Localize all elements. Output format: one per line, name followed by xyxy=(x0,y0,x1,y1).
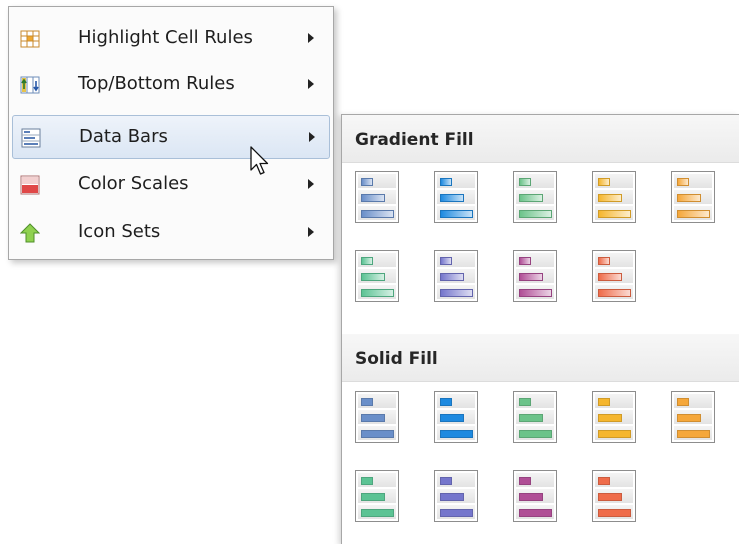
data-bar xyxy=(598,257,610,265)
gallery-group-title: Gradient Fill xyxy=(355,130,474,150)
highlight-cell-rules-icon xyxy=(20,29,40,49)
gradient-fill-swatch[interactable] xyxy=(355,250,399,302)
data-bar xyxy=(677,178,689,186)
menu-item-data-bars[interactable]: Data Bars xyxy=(12,115,330,159)
solid-fill-swatch[interactable] xyxy=(434,470,478,522)
data-bar xyxy=(598,178,610,186)
data-bar xyxy=(361,257,373,265)
data-bar xyxy=(361,273,385,281)
menu-item-color-scales[interactable]: Color Scales xyxy=(12,163,330,207)
menu-item-label: Data Bars xyxy=(79,126,168,147)
data-bar xyxy=(440,194,464,202)
data-bar xyxy=(440,493,464,501)
gallery-group-title: Solid Fill xyxy=(355,349,438,369)
data-bar xyxy=(519,477,531,485)
data-bar xyxy=(519,414,543,422)
data-bar xyxy=(440,509,473,517)
solid-fill-swatch[interactable] xyxy=(355,391,399,443)
data-bar xyxy=(361,430,394,438)
data-bar xyxy=(440,430,473,438)
data-bar xyxy=(598,509,631,517)
menu-item-label: Highlight Cell Rules xyxy=(78,27,253,48)
solid-fill-swatch[interactable] xyxy=(513,391,557,443)
data-bars-icon xyxy=(21,128,41,148)
data-bar xyxy=(519,289,552,297)
data-bar xyxy=(519,273,543,281)
gradient-fill-swatch[interactable] xyxy=(434,171,478,223)
icon-sets-icon xyxy=(19,223,41,243)
data-bar xyxy=(440,398,452,406)
data-bar xyxy=(598,477,610,485)
solid-fill-swatch[interactable] xyxy=(671,391,715,443)
data-bar xyxy=(440,178,452,186)
menu-item-top-bottom-rules[interactable]: Top/Bottom Rules xyxy=(12,63,330,107)
gallery-group-header: Solid Fill xyxy=(342,334,739,382)
menu-item-icon-sets[interactable]: Icon Sets xyxy=(12,211,330,255)
data-bar xyxy=(519,493,543,501)
data-bar xyxy=(361,289,394,297)
data-bar xyxy=(440,289,473,297)
data-bar xyxy=(677,194,701,202)
data-bar xyxy=(519,257,531,265)
data-bar xyxy=(598,273,622,281)
data-bar xyxy=(598,414,622,422)
data-bar xyxy=(361,509,394,517)
data-bar xyxy=(519,178,531,186)
data-bars-gallery: Gradient Fill Solid Fill xyxy=(341,114,739,544)
data-bar xyxy=(440,477,452,485)
data-bar xyxy=(440,210,473,218)
data-bar xyxy=(361,210,394,218)
submenu-arrow-icon xyxy=(308,79,314,89)
data-bar xyxy=(361,398,373,406)
data-bar xyxy=(519,430,552,438)
data-bar xyxy=(598,430,631,438)
data-bar xyxy=(440,414,464,422)
data-bar xyxy=(361,414,385,422)
submenu-arrow-icon xyxy=(308,227,314,237)
menu-item-highlight-cell-rules[interactable]: Highlight Cell Rules xyxy=(12,17,330,61)
data-bar xyxy=(519,398,531,406)
color-scales-icon xyxy=(20,175,40,195)
solid-fill-swatch[interactable] xyxy=(355,470,399,522)
data-bar xyxy=(361,477,373,485)
solid-fill-swatch[interactable] xyxy=(592,391,636,443)
submenu-arrow-icon xyxy=(308,179,314,189)
gradient-fill-swatch[interactable] xyxy=(434,250,478,302)
solid-fill-swatch[interactable] xyxy=(513,470,557,522)
data-bar xyxy=(361,194,385,202)
data-bar xyxy=(598,398,610,406)
gradient-fill-swatch[interactable] xyxy=(592,250,636,302)
data-bar xyxy=(598,210,631,218)
data-bar xyxy=(519,210,552,218)
data-bar xyxy=(598,493,622,501)
data-bar xyxy=(440,257,452,265)
data-bar xyxy=(677,398,689,406)
gradient-fill-swatch[interactable] xyxy=(513,171,557,223)
solid-fill-swatch[interactable] xyxy=(434,391,478,443)
data-bar xyxy=(677,414,701,422)
gallery-group-header: Gradient Fill xyxy=(342,115,739,163)
data-bar xyxy=(519,194,543,202)
gradient-fill-swatch[interactable] xyxy=(355,171,399,223)
data-bar xyxy=(598,194,622,202)
submenu-arrow-icon xyxy=(308,33,314,43)
gradient-fill-swatch[interactable] xyxy=(592,171,636,223)
data-bar xyxy=(440,273,464,281)
mouse-cursor-icon xyxy=(250,146,270,178)
data-bar xyxy=(519,509,552,517)
menu-item-label: Icon Sets xyxy=(78,221,161,242)
data-bar xyxy=(677,430,710,438)
data-bar xyxy=(598,289,631,297)
data-bar xyxy=(361,178,373,186)
menu-item-label: Color Scales xyxy=(78,173,189,194)
data-bar xyxy=(361,493,385,501)
gradient-fill-swatch[interactable] xyxy=(513,250,557,302)
gradient-fill-swatch[interactable] xyxy=(671,171,715,223)
menu-item-label: Top/Bottom Rules xyxy=(78,73,235,94)
top-bottom-rules-icon xyxy=(20,75,40,95)
submenu-arrow-icon xyxy=(309,132,315,142)
conditional-formatting-menu: Highlight Cell Rules Top/Bottom Rules Da… xyxy=(8,6,334,260)
data-bar xyxy=(677,210,710,218)
solid-fill-swatch[interactable] xyxy=(592,470,636,522)
